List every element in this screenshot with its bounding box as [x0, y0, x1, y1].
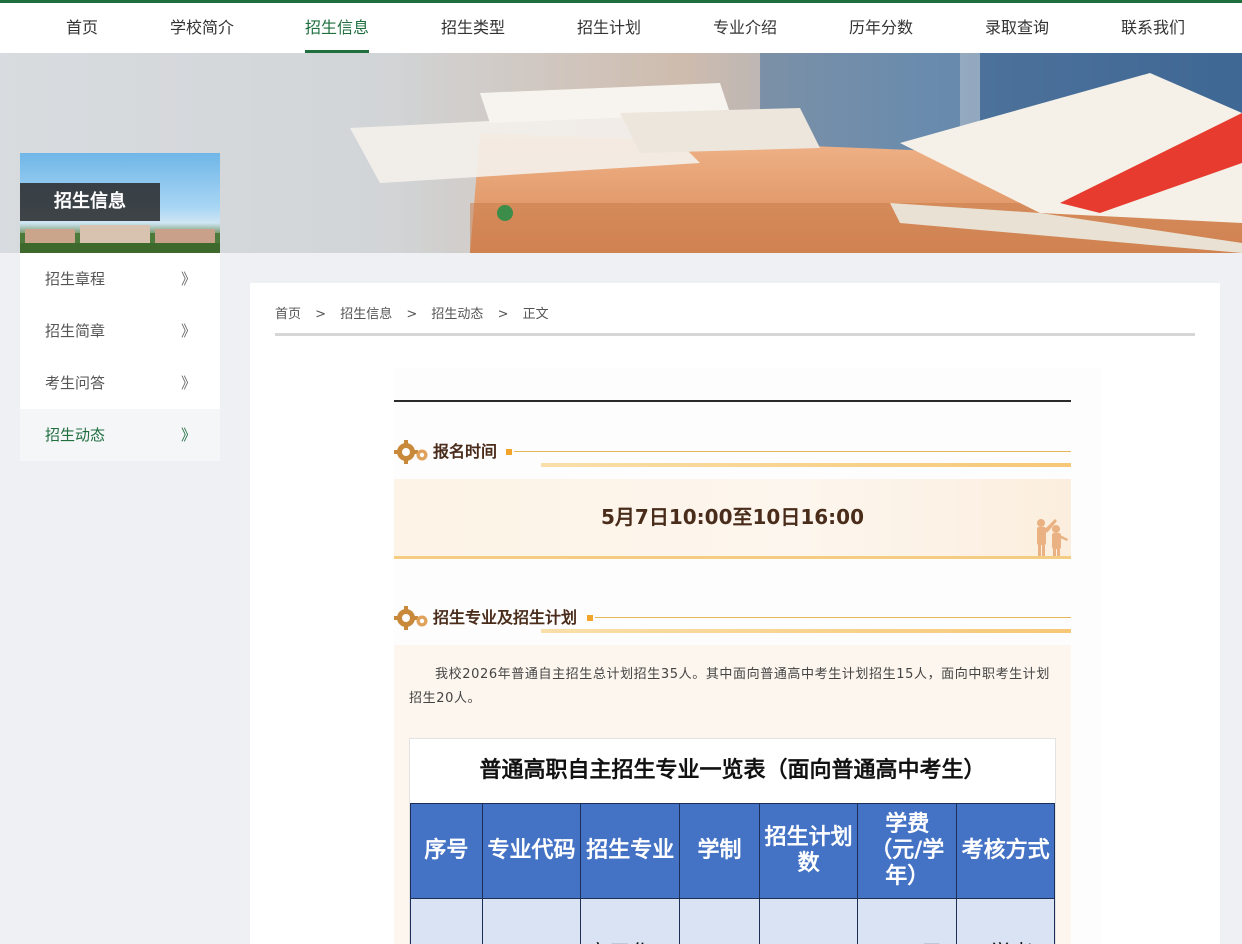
section-dot-marker: [506, 449, 512, 455]
section-dot-marker: [587, 615, 593, 621]
breadcrumb-separator: >: [497, 307, 509, 322]
nav-item-admission-type[interactable]: 招生类型: [441, 3, 505, 53]
double-chevron-right-icon: 》: [180, 322, 196, 340]
sidebar-item-admission-brochure[interactable]: 招生简章 》: [20, 305, 220, 357]
registration-time-box: 5月7日10:00至10日16:00: [394, 479, 1071, 559]
table-header-cell: 学制: [679, 803, 760, 899]
table-cell: [679, 898, 760, 944]
admission-plan-box: 我校2026年普通自主招生总计划招生35人。其中面向普通高中考生计划招生15人，…: [394, 645, 1071, 944]
section-title-rule: [514, 451, 1071, 452]
table-header-cell: 考核方式: [956, 803, 1055, 899]
sidebar-item-label: 考生问答: [45, 374, 106, 392]
table-cell: “学考: [956, 898, 1055, 944]
double-chevron-right-icon: 》: [180, 270, 196, 288]
main-content: 首页 > 招生信息 > 招生动态 > 正文 报名时间 5月7日10:00至10日…: [250, 283, 1220, 944]
nav-item-admission-plan[interactable]: 招生计划: [577, 3, 641, 53]
graduates-silhouette-icon: [1037, 519, 1068, 559]
main-nav: 首页 学校简介 招生信息 招生类型 招生计划 专业介绍 历年分数 录取查询 联系…: [0, 3, 1242, 53]
sidebar-header: 招生信息: [20, 153, 220, 253]
breadcrumb-separator: >: [315, 307, 327, 322]
breadcrumb-admission-news-link[interactable]: 招生动态: [431, 307, 483, 322]
sidebar-item-label: 招生简章: [45, 322, 106, 340]
registration-time-text: 5月7日10:00至10日16:00: [601, 505, 864, 529]
top-navigation-bar: 首页 学校简介 招生信息 招生类型 招生计划 专业介绍 历年分数 录取查询 联系…: [0, 0, 1242, 53]
sidebar-item-admission-charter[interactable]: 招生章程 》: [20, 253, 220, 305]
campus-photo-image: [20, 225, 220, 253]
breadcrumb-admission-info-link[interactable]: 招生信息: [340, 307, 392, 322]
nav-item-school-intro[interactable]: 学校简介: [169, 3, 235, 53]
sidebar-menu: 招生章程 》 招生简章 》 考生问答 》 招生动态 》: [20, 253, 220, 461]
section-header-majors-plan: 招生专业及招生计划: [394, 606, 1071, 633]
table-header-cell: 学费（元/学年）: [857, 803, 958, 899]
section-title: 报名时间: [433, 442, 498, 461]
breadcrumb-home-link[interactable]: 首页: [275, 307, 301, 322]
nav-item-admission-query[interactable]: 录取查询: [985, 3, 1049, 53]
article-title-divider: [394, 400, 1071, 402]
time-box-bottom-border: [394, 556, 1071, 559]
double-chevron-right-icon: 》: [180, 374, 196, 392]
sidebar-title: 招生信息: [20, 183, 160, 221]
breadcrumb-separator: >: [406, 307, 418, 322]
table-header-cell: 招生计划数: [758, 803, 859, 899]
section-header-registration-time: 报名时间: [394, 440, 1071, 467]
table-cell: 应用化工: [580, 898, 681, 944]
table-row: 应用化工 6410元/ “学考: [410, 898, 1055, 944]
admission-plan-intro: 我校2026年普通自主招生总计划招生35人。其中面向普通高中考生计划招生15人，…: [409, 667, 1050, 706]
nav-item-contact-us[interactable]: 联系我们: [1121, 3, 1185, 53]
breadcrumb-divider: [275, 333, 1195, 336]
table-header-cell: 招生专业: [580, 803, 681, 899]
section-title: 招生专业及招生计划: [433, 608, 578, 627]
nav-item-home[interactable]: 首页: [64, 3, 100, 53]
table-title: 普通高职自主招生专业一览表（面向普通高中考生）: [479, 758, 986, 783]
table-header-cell: 序号: [410, 803, 483, 899]
majors-table: 序号 专业代码 招生专业 学制 招生计划数 学费（元/学年） 考核方式 应用化工: [410, 803, 1055, 944]
section-title-rule: [595, 617, 1071, 618]
table-header-cell: 专业代码: [481, 803, 582, 899]
gears-icon: [394, 606, 428, 630]
nav-item-admission-info[interactable]: 招生信息: [305, 3, 369, 53]
gears-icon: [394, 440, 428, 464]
table-cell: 6410元/: [857, 898, 958, 944]
table-cell: [481, 898, 582, 944]
section-gold-bar: [541, 463, 1071, 467]
sidebar-item-faq[interactable]: 考生问答 》: [20, 357, 220, 409]
table-cell: [758, 898, 859, 944]
article-body: 报名时间 5月7日10:00至10日16:00 招生专业及招生计划 我校2026…: [394, 368, 1101, 944]
table-header-row: 序号 专业代码 招生专业 学制 招生计划数 学费（元/学年） 考核方式: [410, 803, 1055, 899]
sidebar-item-label: 招生章程: [45, 270, 106, 288]
sidebar-item-admission-news[interactable]: 招生动态 》: [20, 409, 220, 461]
breadcrumb: 首页 > 招生信息 > 招生动态 > 正文: [275, 303, 559, 322]
majors-table-image: 普通高职自主招生专业一览表（面向普通高中考生） 序号 专业代码 招生专业 学制 …: [409, 738, 1056, 944]
breadcrumb-current: 正文: [522, 307, 549, 322]
double-chevron-right-icon: 》: [180, 426, 196, 444]
nav-item-past-scores[interactable]: 历年分数: [849, 3, 913, 53]
table-cell: [410, 898, 483, 944]
nav-item-major-intro[interactable]: 专业介绍: [713, 3, 777, 53]
sidebar-item-label: 招生动态: [45, 426, 106, 444]
section-gold-bar: [541, 629, 1071, 633]
